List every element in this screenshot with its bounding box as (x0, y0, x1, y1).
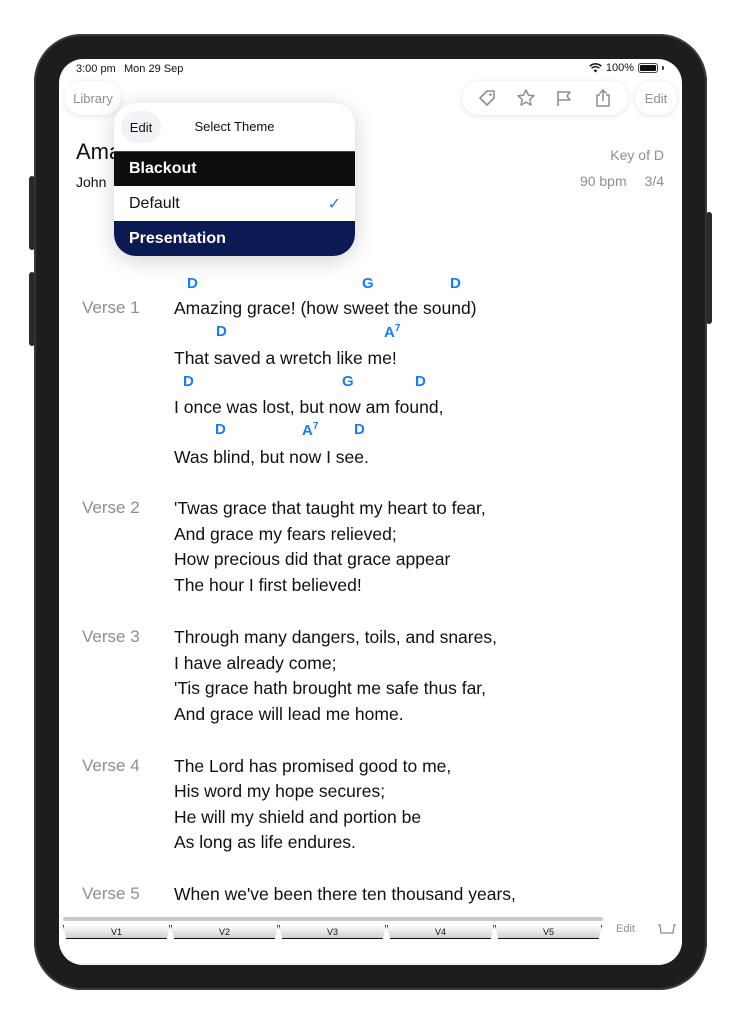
verse-label: Verse 1 (82, 298, 140, 317)
power-button (706, 212, 712, 324)
lyric-line: As long as life endures. (174, 832, 356, 852)
chord-root: A (384, 324, 395, 341)
wifi-icon (589, 63, 602, 73)
chord-root: A (302, 422, 313, 439)
battery-tip (662, 66, 664, 70)
lyric-line: I have already come; (174, 653, 337, 673)
lyric-line: 'Twas grace that taught my heart to fear… (174, 498, 486, 518)
verse-label: Verse 4 (82, 756, 140, 775)
song-bpm: 90 bpm (579, 173, 627, 189)
theme-option-label: Default (129, 194, 180, 212)
status-indicators: 100% (589, 62, 664, 74)
status-time: 3:00 pm (76, 63, 116, 75)
section-navigator: V1 V2 V3 V4 V5 Edit (59, 905, 682, 965)
theme-option-default[interactable]: Default ✓ (114, 186, 355, 221)
chord: D (215, 421, 226, 438)
lyric-line: Amazing grace! (how sweet the sound) (174, 298, 477, 318)
lyric-line: He will my shield and portion be (174, 807, 422, 827)
song-key: Key of D (610, 147, 664, 163)
lyric-line: And grace my fears relieved; (174, 524, 397, 544)
share-icon[interactable] (591, 86, 615, 110)
popover-title: Select Theme (194, 119, 275, 134)
lyric-line: The Lord has promised good to me, (174, 756, 452, 776)
lyric-line: His word my hope secures; (174, 781, 386, 801)
volume-down-button (29, 272, 35, 346)
section-tab-v2[interactable]: V2 (171, 925, 278, 939)
edit-button[interactable]: Edit (635, 81, 677, 115)
volume-up-button (29, 176, 35, 250)
song-meta: 90 bpm 3/4 (566, 173, 664, 189)
chord: A7 (302, 421, 318, 439)
battery-percent: 100% (605, 62, 634, 74)
bottom-edge (59, 963, 682, 965)
lyric-line: When we've been there ten thousand years… (174, 884, 516, 904)
chord: D (216, 323, 227, 340)
section-tab-v3[interactable]: V3 (279, 925, 386, 939)
chord: D (450, 275, 461, 292)
chord: D (183, 373, 194, 390)
library-button[interactable]: Library (65, 81, 121, 115)
select-theme-popover: Edit Select Theme Blackout Default ✓ Pre… (114, 103, 355, 256)
chord: D (415, 373, 426, 390)
flag-icon[interactable] (552, 86, 576, 110)
chord-extension: 7 (312, 421, 319, 432)
verse-label: Verse 3 (82, 627, 140, 646)
lyric-line: The hour I first believed! (174, 575, 362, 595)
lyric-line: That saved a wretch like me! (174, 348, 397, 368)
scroll-progress-track[interactable] (63, 917, 603, 921)
chord: G (362, 275, 374, 292)
lyric-line: Through many dangers, toils, and snares, (174, 627, 497, 647)
screen: 3:00 pm Mon 29 Sep 100% Library Edit Ama… (59, 59, 682, 965)
song-artist: John (76, 174, 107, 190)
sections-edit-button[interactable]: Edit (616, 923, 635, 935)
section-tab-v5[interactable]: V5 (495, 925, 602, 939)
section-tab-v4[interactable]: V4 (387, 925, 494, 939)
theme-option-blackout[interactable]: Blackout (114, 151, 355, 186)
lyric-line: Was blind, but now I see. (174, 447, 369, 467)
collapse-tray-icon[interactable] (657, 923, 677, 935)
status-bar: 3:00 pm Mon 29 Sep 100% (59, 59, 682, 81)
status-date: Mon 29 Sep (124, 63, 184, 75)
star-icon[interactable] (514, 86, 538, 110)
verse-label: Verse 5 (82, 884, 140, 903)
chord: D (354, 421, 365, 438)
lyric-line: I once was lost, but now am found, (174, 397, 444, 417)
checkmark-icon: ✓ (327, 195, 341, 213)
tag-icon[interactable] (475, 86, 499, 110)
chord: A7 (384, 323, 400, 341)
section-tab-v1[interactable]: V1 (63, 925, 170, 939)
theme-option-label: Presentation (129, 229, 226, 247)
song-toolbar (462, 81, 628, 115)
chord: D (187, 275, 198, 292)
chord: G (342, 373, 354, 390)
lyric-line: How precious did that grace appear (174, 549, 451, 569)
theme-option-label: Blackout (129, 160, 197, 177)
song-time-signature: 3/4 (644, 173, 664, 189)
lyric-line: 'Tis grace hath brought me safe thus far… (174, 678, 487, 698)
verse-label: Verse 2 (82, 498, 140, 517)
theme-option-presentation[interactable]: Presentation (114, 221, 355, 256)
battery-icon (638, 63, 658, 73)
chord-extension: 7 (394, 323, 401, 334)
lyric-line: And grace will lead me home. (174, 704, 404, 724)
